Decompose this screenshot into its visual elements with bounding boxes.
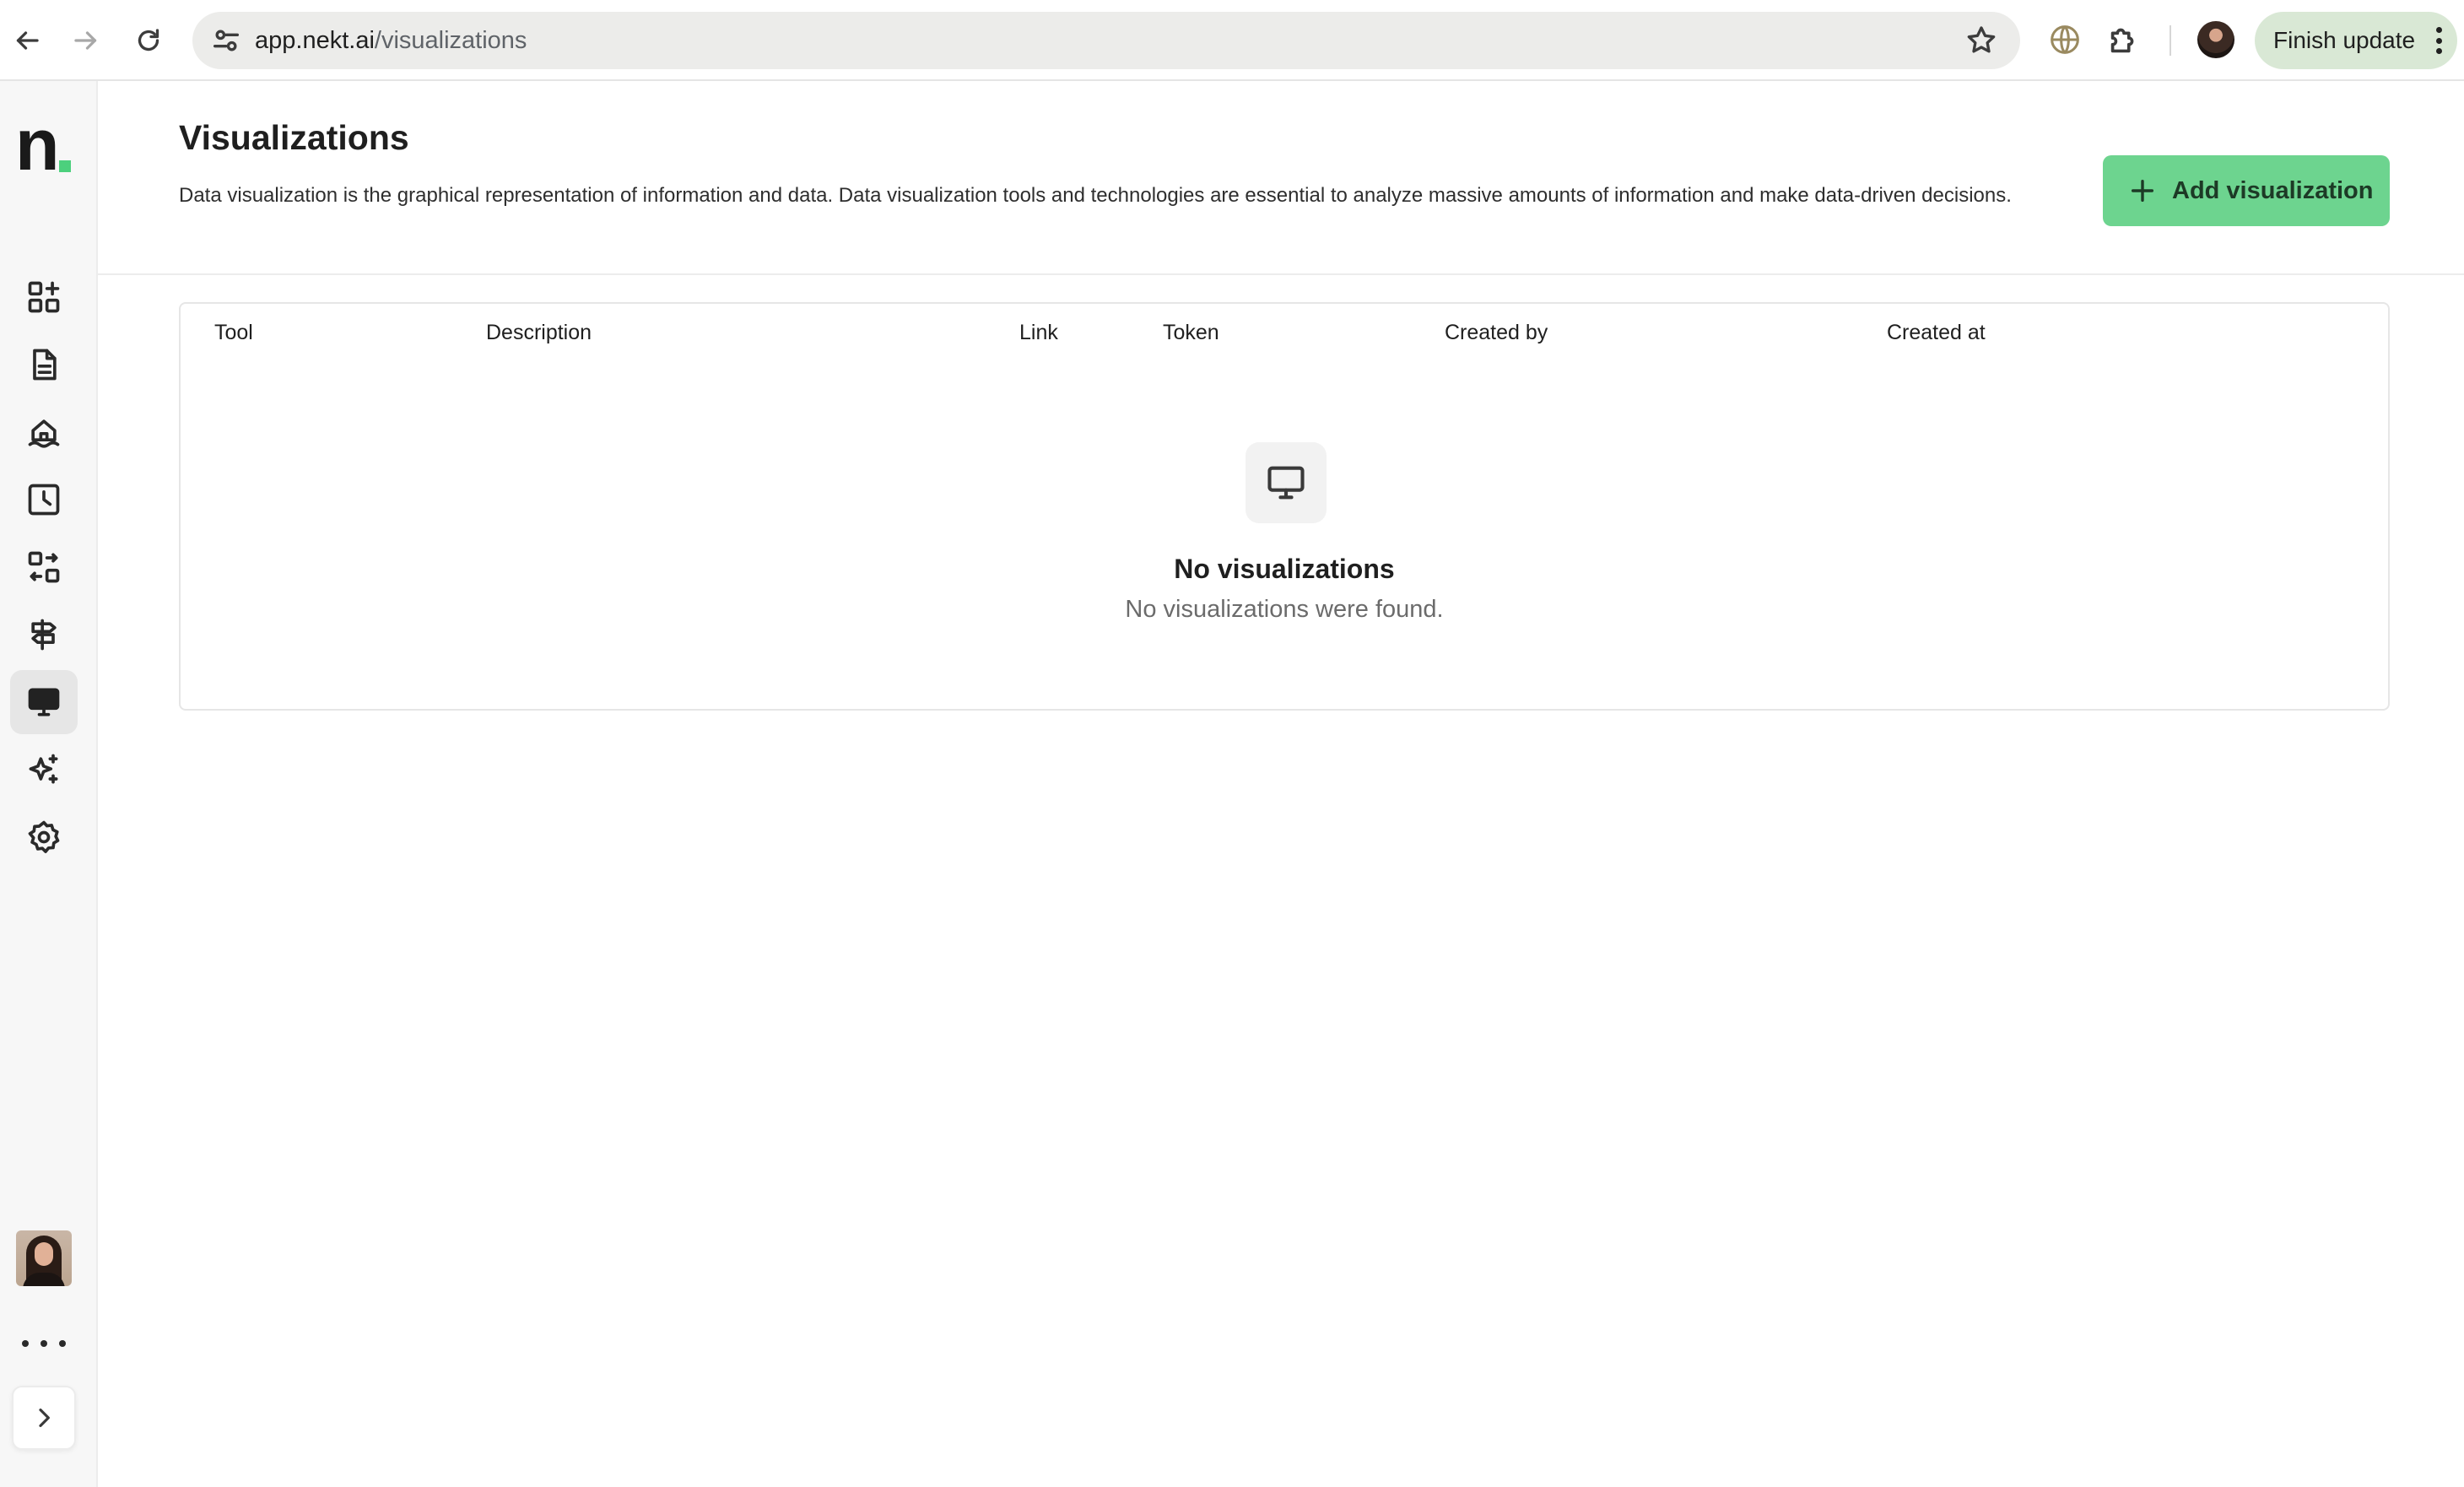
sidebar-item-transformations[interactable]	[10, 535, 78, 599]
empty-state-subtitle: No visualizations were found.	[1125, 596, 1444, 623]
sidebar-item-visualizations[interactable]	[10, 670, 78, 734]
finish-update-label: Finish update	[2273, 27, 2416, 53]
toolbar-divider	[2170, 25, 2171, 56]
back-button[interactable]	[3, 17, 51, 64]
column-header-token[interactable]: Token	[1163, 321, 1219, 345]
site-settings-icon[interactable]	[209, 24, 243, 57]
column-header-link[interactable]: Link	[1019, 321, 1058, 345]
plus-icon	[2131, 179, 2154, 203]
column-header-description[interactable]: Description	[486, 321, 592, 345]
sidebar-item-roadmap[interactable]	[10, 603, 78, 667]
column-header-created-by[interactable]: Created by	[1445, 321, 1548, 345]
kebab-menu-icon	[2435, 27, 2442, 54]
bookmark-star-icon[interactable]	[1964, 24, 1998, 57]
transform-icon	[28, 551, 60, 583]
sidebar-item-documents[interactable]	[10, 333, 78, 397]
signpost-icon	[31, 619, 57, 651]
reload-icon	[138, 29, 159, 51]
monitor-icon	[28, 688, 60, 716]
history-icon	[28, 484, 60, 516]
empty-state-icon-box	[1246, 442, 1327, 523]
arrow-left-icon	[16, 31, 39, 50]
sidebar-item-lakehouse[interactable]	[10, 400, 78, 464]
chevron-right-icon	[39, 1409, 50, 1427]
user-avatar[interactable]	[16, 1230, 72, 1286]
logo-dot	[59, 160, 71, 172]
monitor-icon	[1267, 466, 1305, 500]
more-options-icon[interactable]	[22, 1335, 66, 1352]
arrow-right-icon	[74, 31, 97, 50]
sparkles-icon	[29, 754, 58, 784]
sidebar-item-dashboard[interactable]	[10, 265, 78, 329]
expand-sidebar-button[interactable]	[12, 1386, 76, 1450]
column-header-tool[interactable]: Tool	[214, 321, 253, 345]
lakehouse-icon	[28, 419, 60, 448]
header-divider	[98, 273, 2464, 275]
url-path: /visualizations	[374, 27, 527, 54]
page-description: Data visualization is the graphical repr…	[179, 184, 2012, 207]
dashboard-icon	[28, 281, 60, 313]
nekt-logo[interactable]: n	[15, 109, 74, 181]
url-text: app.nekt.ai/visualizations	[255, 12, 527, 69]
sidebar-item-ai[interactable]	[10, 738, 78, 802]
sidebar-item-history[interactable]	[10, 468, 78, 532]
finish-update-button[interactable]: Finish update	[2255, 12, 2457, 69]
address-bar[interactable]: app.nekt.ai/visualizations	[192, 12, 2020, 69]
column-header-created-at[interactable]: Created at	[1887, 321, 1986, 345]
sidebar-item-settings[interactable]	[10, 805, 78, 869]
url-host: app.nekt.ai	[255, 27, 375, 54]
extension-globe-icon[interactable]	[2045, 20, 2084, 59]
gear-icon	[28, 820, 60, 853]
sidebar: n	[0, 81, 98, 1487]
empty-state-title: No visualizations	[1174, 554, 1395, 584]
add-visualization-button[interactable]: Add visualization	[2103, 155, 2390, 226]
profile-avatar[interactable]	[2197, 21, 2234, 58]
page-title: Visualizations	[179, 118, 409, 157]
visualizations-table: Tool Description Link Token Created by C…	[179, 302, 2390, 711]
add-visualization-label: Add visualization	[2172, 176, 2374, 204]
reload-button[interactable]	[125, 17, 172, 64]
browser-toolbar: app.nekt.ai/visualizations Finish update	[0, 0, 2464, 81]
extensions-puzzle-icon[interactable]	[2105, 20, 2143, 59]
document-icon	[33, 349, 57, 381]
forward-button[interactable]	[62, 17, 110, 64]
logo-letter: n	[15, 105, 60, 186]
